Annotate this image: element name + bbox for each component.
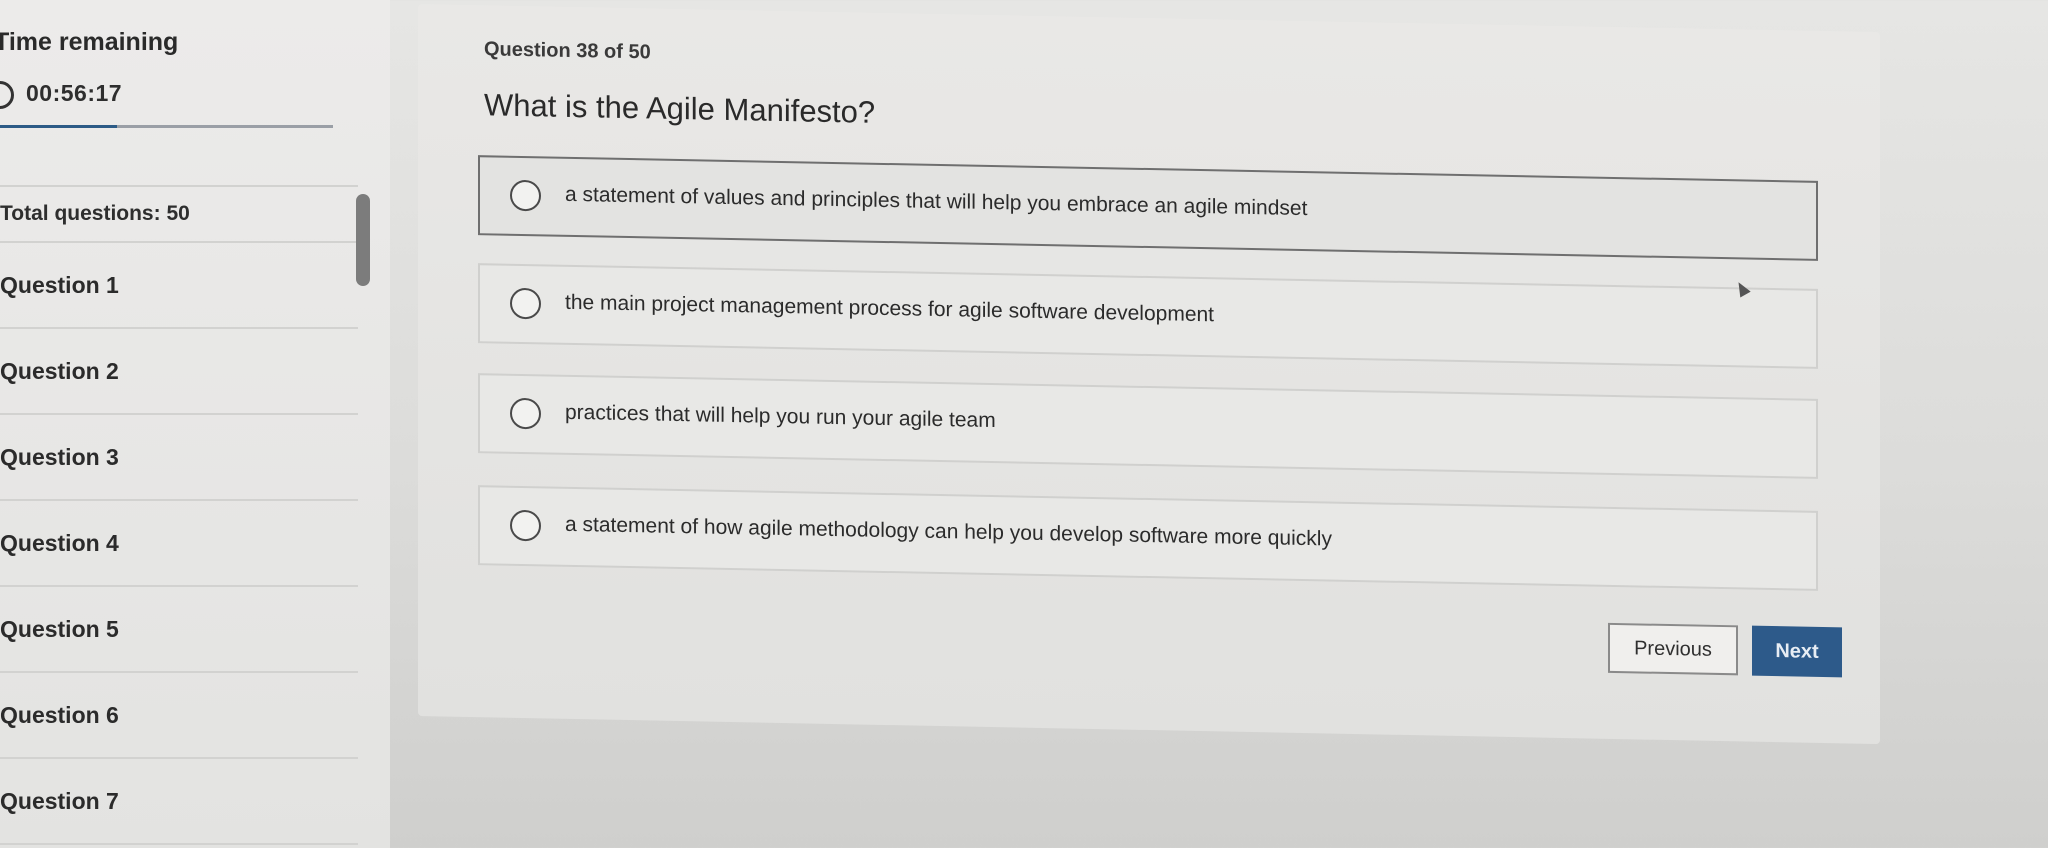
- timer-progress-fill: [0, 125, 117, 128]
- radio-circle-icon[interactable]: [510, 287, 541, 320]
- next-button[interactable]: Next: [1752, 625, 1842, 678]
- clock-icon: [0, 81, 14, 109]
- radio-circle-icon[interactable]: [510, 397, 541, 430]
- radio-circle-icon[interactable]: [510, 509, 541, 542]
- question-nav-item-2[interactable]: Question 2: [0, 329, 358, 415]
- answer-option-4[interactable]: a statement of how agile methodology can…: [478, 485, 1818, 591]
- timer-label: Time remaining: [0, 28, 179, 56]
- total-questions: Total questions: 50: [0, 187, 358, 243]
- previous-button[interactable]: Previous: [1608, 622, 1738, 676]
- question-counter: Question 38 of 50: [484, 38, 651, 64]
- question-list-scrollbar[interactable]: [356, 188, 372, 848]
- radio-circle-icon[interactable]: [510, 179, 541, 212]
- question-nav-item-1[interactable]: Question 1: [0, 243, 358, 329]
- sidebar: Time remaining 00:56:17 Total questions:…: [0, 0, 390, 848]
- question-nav-item-7[interactable]: Question 7: [0, 759, 358, 845]
- question-nav-item-6[interactable]: Question 6: [0, 673, 358, 759]
- answer-option-label: practices that will help you run your ag…: [565, 400, 996, 433]
- answer-option-1[interactable]: a statement of values and principles tha…: [478, 155, 1818, 261]
- answer-option-label: a statement of how agile methodology can…: [565, 512, 1332, 551]
- answer-option-label: the main project management process for …: [565, 290, 1215, 327]
- scrollbar-thumb[interactable]: [356, 194, 370, 286]
- question-nav-item-3[interactable]: Question 3: [0, 415, 358, 501]
- timer-progress-bar: [0, 125, 333, 128]
- question-list: Total questions: 50 Question 1 Question …: [0, 185, 358, 848]
- timer-value: 00:56:17: [26, 80, 123, 106]
- answer-option-2[interactable]: the main project management process for …: [478, 263, 1818, 369]
- question-panel: Question 38 of 50 What is the Agile Mani…: [418, 4, 1880, 745]
- question-text: What is the Agile Manifesto?: [484, 87, 876, 130]
- question-nav-item-5[interactable]: Question 5: [0, 587, 358, 673]
- answer-option-label: a statement of values and principles tha…: [565, 182, 1308, 221]
- answer-option-3[interactable]: practices that will help you run your ag…: [478, 373, 1818, 479]
- question-nav-item-4[interactable]: Question 4: [0, 501, 358, 587]
